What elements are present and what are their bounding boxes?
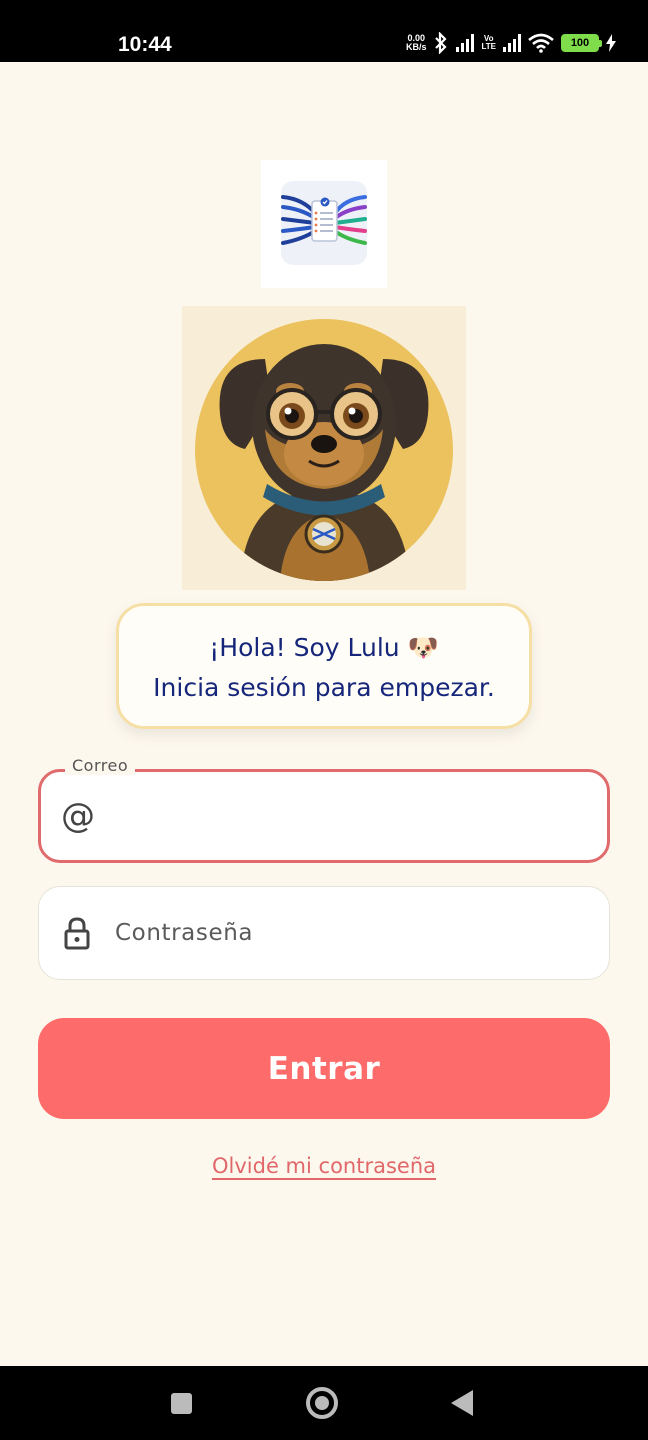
back-icon[interactable] [451,1390,473,1416]
recent-apps-icon[interactable] [171,1393,192,1414]
greeting-line-2: Inicia sesión para empezar. [153,673,495,702]
forgot-password-link[interactable]: Olvidé mi contraseña [0,1154,648,1178]
dog-mascot-illustration [219,344,429,581]
network-speed: 0.00 KB/s [406,34,427,52]
greeting-line-1: ¡Hola! Soy Lulu 🐶 [209,633,439,662]
login-button[interactable]: Entrar [38,1018,610,1119]
bluetooth-icon [435,32,448,54]
wifi-icon [528,33,554,53]
volte-badge: Vo LTE [481,35,496,51]
mascot-image-container [182,306,466,590]
password-field[interactable] [38,886,610,980]
mascot-avatar [195,319,453,581]
status-time: 10:44 [118,33,172,56]
greeting-speech-bubble: ¡Hola! Soy Lulu 🐶 Inicia sesión para emp… [116,603,532,729]
at-sign-icon: @ [61,796,95,836]
signal-icon-sim1 [456,34,475,52]
home-icon[interactable] [306,1387,338,1419]
status-icons: 0.00 KB/s Vo LTE 100 [406,30,616,56]
signal-icon-sim2 [503,34,521,52]
lock-icon [64,917,90,950]
network-speed-unit: KB/s [405,42,427,52]
password-input[interactable] [115,887,589,979]
charging-icon [606,34,616,52]
system-navigation-bar [0,1366,648,1440]
email-input[interactable] [117,772,587,860]
email-field[interactable]: Correo @ [38,756,610,863]
app-logo-icon [281,181,367,265]
battery-icon: 100 [561,34,602,52]
status-bar: 10:44 0.00 KB/s Vo LTE 100 [0,0,648,62]
app-logo-container [261,160,387,288]
volte-bottom: LTE [481,42,496,51]
